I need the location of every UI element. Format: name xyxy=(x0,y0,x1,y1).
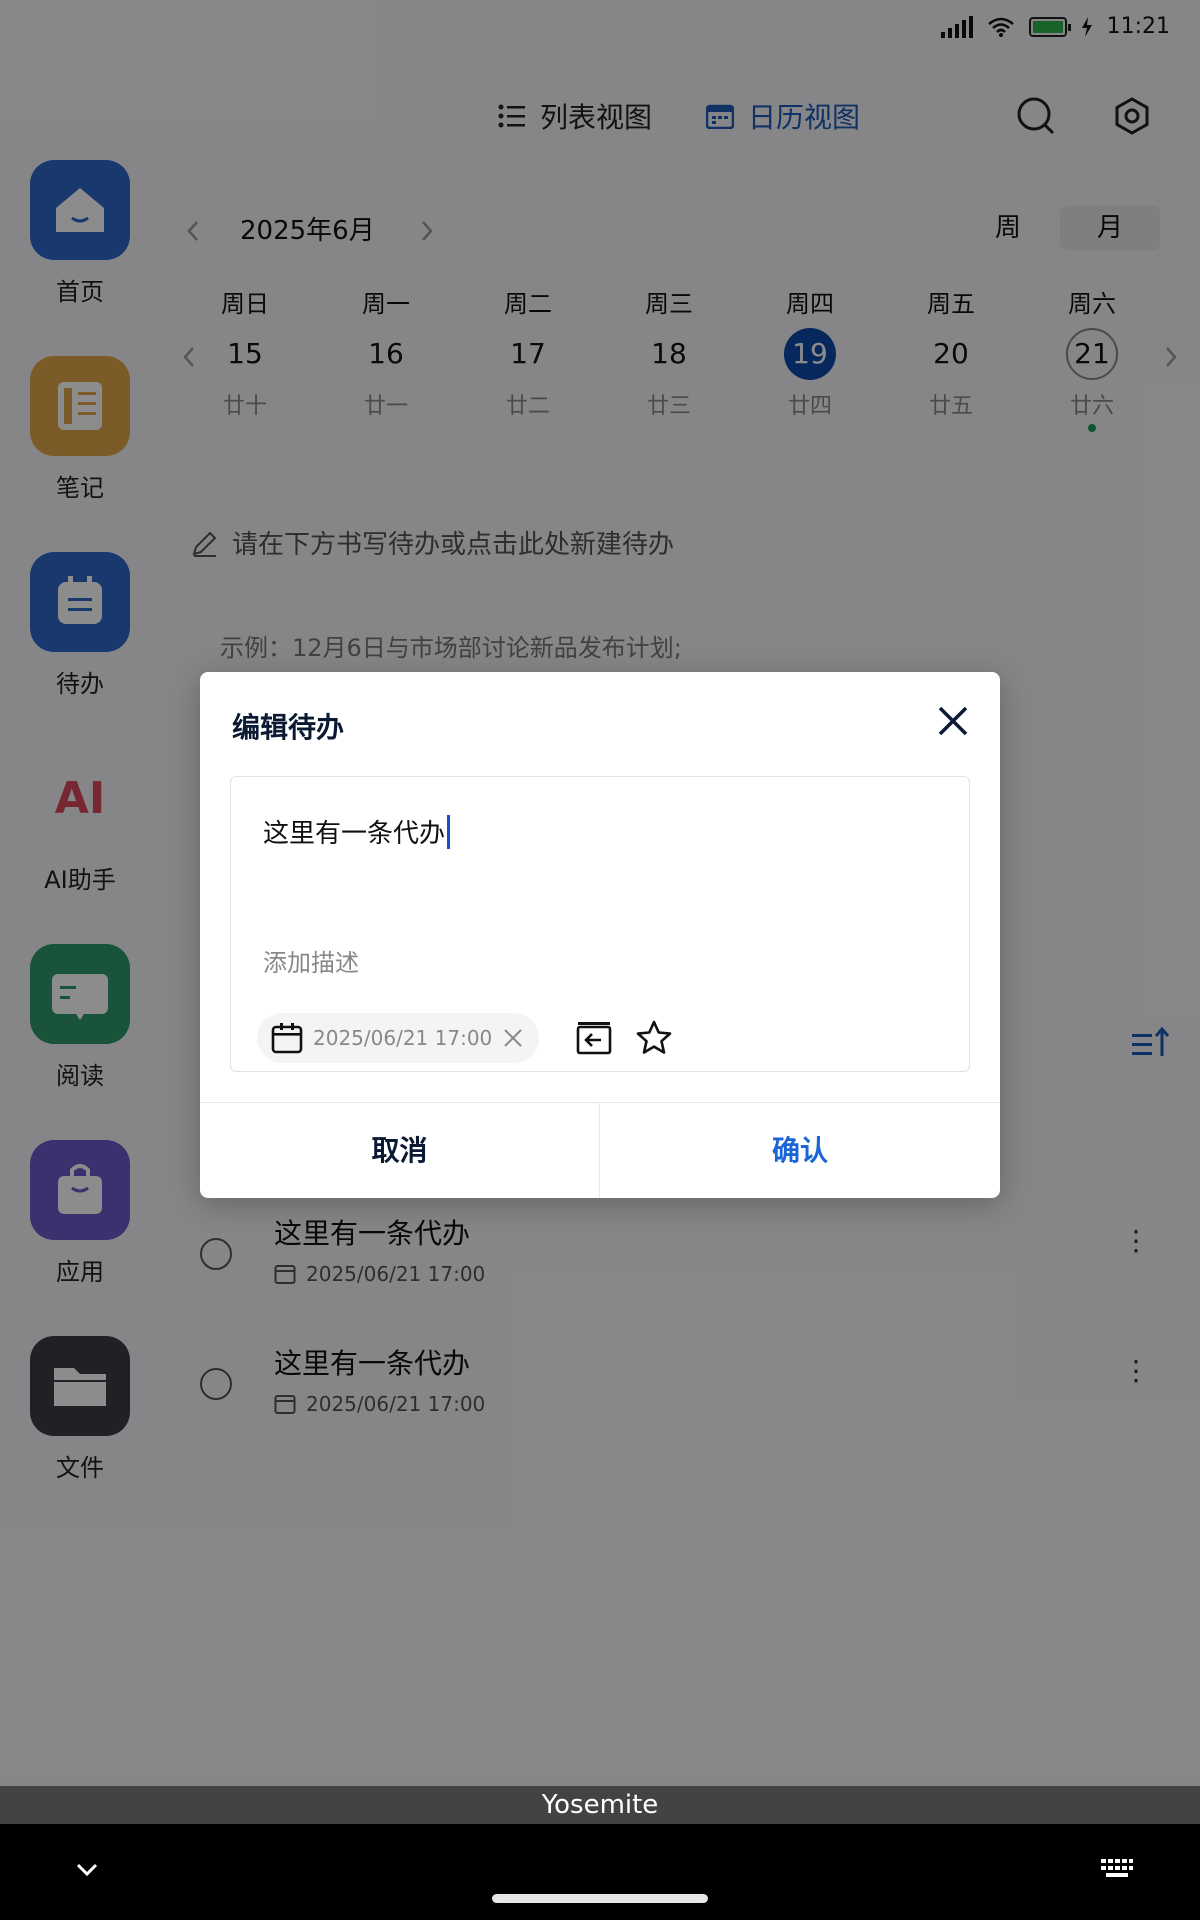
due-date-chip[interactable]: 2025/06/21 17:00 xyxy=(257,1013,539,1063)
cancel-button[interactable]: 取消 xyxy=(200,1103,600,1198)
keyboard-icon[interactable] xyxy=(1100,1858,1134,1878)
todo-text-value: 这里有一条代办 xyxy=(263,819,446,849)
ime-candidate-bar[interactable]: Yosemite xyxy=(0,1786,1200,1824)
move-to-list-icon[interactable] xyxy=(575,1019,613,1057)
chevron-down-icon[interactable] xyxy=(72,1854,102,1884)
todo-editor[interactable]: 这里有一条代办 添加描述 2025/06/21 17:00 xyxy=(230,776,970,1072)
clear-date-icon[interactable] xyxy=(502,1027,524,1049)
text-caret xyxy=(447,814,451,849)
dialog-title: 编辑待办 xyxy=(232,711,345,744)
close-icon[interactable] xyxy=(936,704,970,738)
star-icon[interactable] xyxy=(635,1019,673,1057)
dialog-actions: 取消 确认 xyxy=(200,1102,1000,1198)
edit-todo-dialog: 编辑待办 这里有一条代办 添加描述 2025/06/21 17:00 取消 确认 xyxy=(200,672,1000,1198)
todo-text-input[interactable]: 这里有一条代办 xyxy=(263,813,451,850)
description-input[interactable]: 添加描述 xyxy=(263,943,359,978)
due-date-text: 2025/06/21 17:00 xyxy=(313,1026,493,1050)
calendar-icon xyxy=(271,1023,303,1054)
navigation-bar xyxy=(0,1824,1200,1920)
home-gesture-pill[interactable] xyxy=(492,1894,708,1903)
confirm-button[interactable]: 确认 xyxy=(600,1103,1000,1198)
